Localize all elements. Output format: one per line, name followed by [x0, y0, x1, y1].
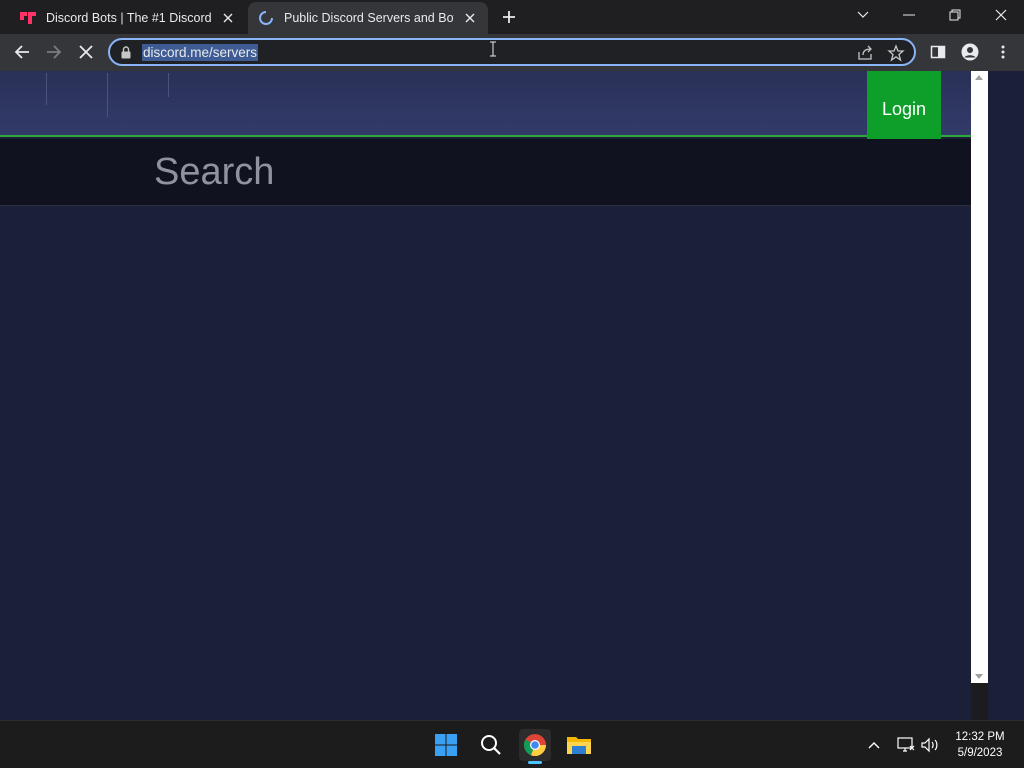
page-background-gutter	[988, 71, 1024, 720]
header-divider	[46, 73, 47, 105]
header-divider	[107, 73, 108, 117]
minimize-icon[interactable]	[886, 0, 932, 30]
close-icon[interactable]	[462, 10, 478, 26]
top-gg-favicon-icon	[20, 10, 36, 26]
profile-icon[interactable]	[957, 39, 983, 65]
side-panel-icon[interactable]	[925, 39, 951, 65]
bookmark-star-icon[interactable]	[887, 44, 905, 62]
search-icon[interactable]	[475, 729, 507, 761]
stop-loading-icon[interactable]	[73, 39, 99, 65]
tab-title: Discord Bots | The #1 Discord Bo	[46, 11, 216, 25]
clock-time: 12:32 PM	[955, 731, 1005, 743]
system-clock[interactable]: 12:32 PM 5/9/2023	[950, 729, 1010, 761]
tab-search-chevron-icon[interactable]	[840, 0, 886, 30]
tab-title: Public Discord Servers and Bots |	[284, 11, 454, 25]
search-bar	[0, 139, 971, 206]
text-cursor-icon	[490, 41, 496, 57]
scroll-down-arrow-icon[interactable]	[975, 674, 983, 679]
network-icon[interactable]	[896, 735, 916, 755]
url-text[interactable]: discord.me/servers	[142, 44, 259, 61]
windows-start-icon[interactable]	[430, 729, 462, 761]
menu-kebab-icon[interactable]	[990, 39, 1016, 65]
tab-discord-bots[interactable]: Discord Bots | The #1 Discord Bo	[10, 2, 246, 34]
loading-spinner-icon	[258, 10, 274, 26]
clock-date: 5/9/2023	[957, 747, 1003, 759]
web-page: Login	[0, 71, 971, 720]
tray-chevron-up-icon[interactable]	[864, 735, 884, 755]
header-divider	[168, 73, 169, 97]
file-explorer-icon[interactable]	[563, 729, 595, 761]
back-arrow-icon[interactable]	[9, 39, 35, 65]
windows-taskbar: 12:32 PM 5/9/2023	[0, 720, 1024, 768]
login-button[interactable]: Login	[867, 71, 941, 147]
scroll-up-arrow-icon[interactable]	[975, 75, 983, 80]
browser-toolbar: discord.me/servers	[0, 34, 1024, 71]
chrome-icon[interactable]	[519, 729, 551, 761]
search-input[interactable]	[154, 147, 754, 197]
address-bar[interactable]: discord.me/servers	[108, 38, 916, 66]
restore-icon[interactable]	[932, 0, 978, 30]
lock-icon[interactable]	[121, 46, 133, 59]
active-app-indicator	[528, 761, 542, 764]
volume-icon[interactable]	[921, 735, 941, 755]
share-icon[interactable]	[856, 44, 874, 62]
tab-strip: Discord Bots | The #1 Discord Bo Public …	[0, 0, 1024, 34]
site-header	[0, 71, 971, 137]
forward-arrow-icon[interactable]	[41, 39, 67, 65]
close-icon[interactable]	[220, 10, 236, 26]
tab-public-discord-servers[interactable]: Public Discord Servers and Bots |	[248, 2, 488, 34]
new-tab-plus-icon[interactable]	[498, 7, 520, 27]
page-scrollbar[interactable]	[971, 71, 988, 683]
close-window-icon[interactable]	[978, 0, 1024, 30]
